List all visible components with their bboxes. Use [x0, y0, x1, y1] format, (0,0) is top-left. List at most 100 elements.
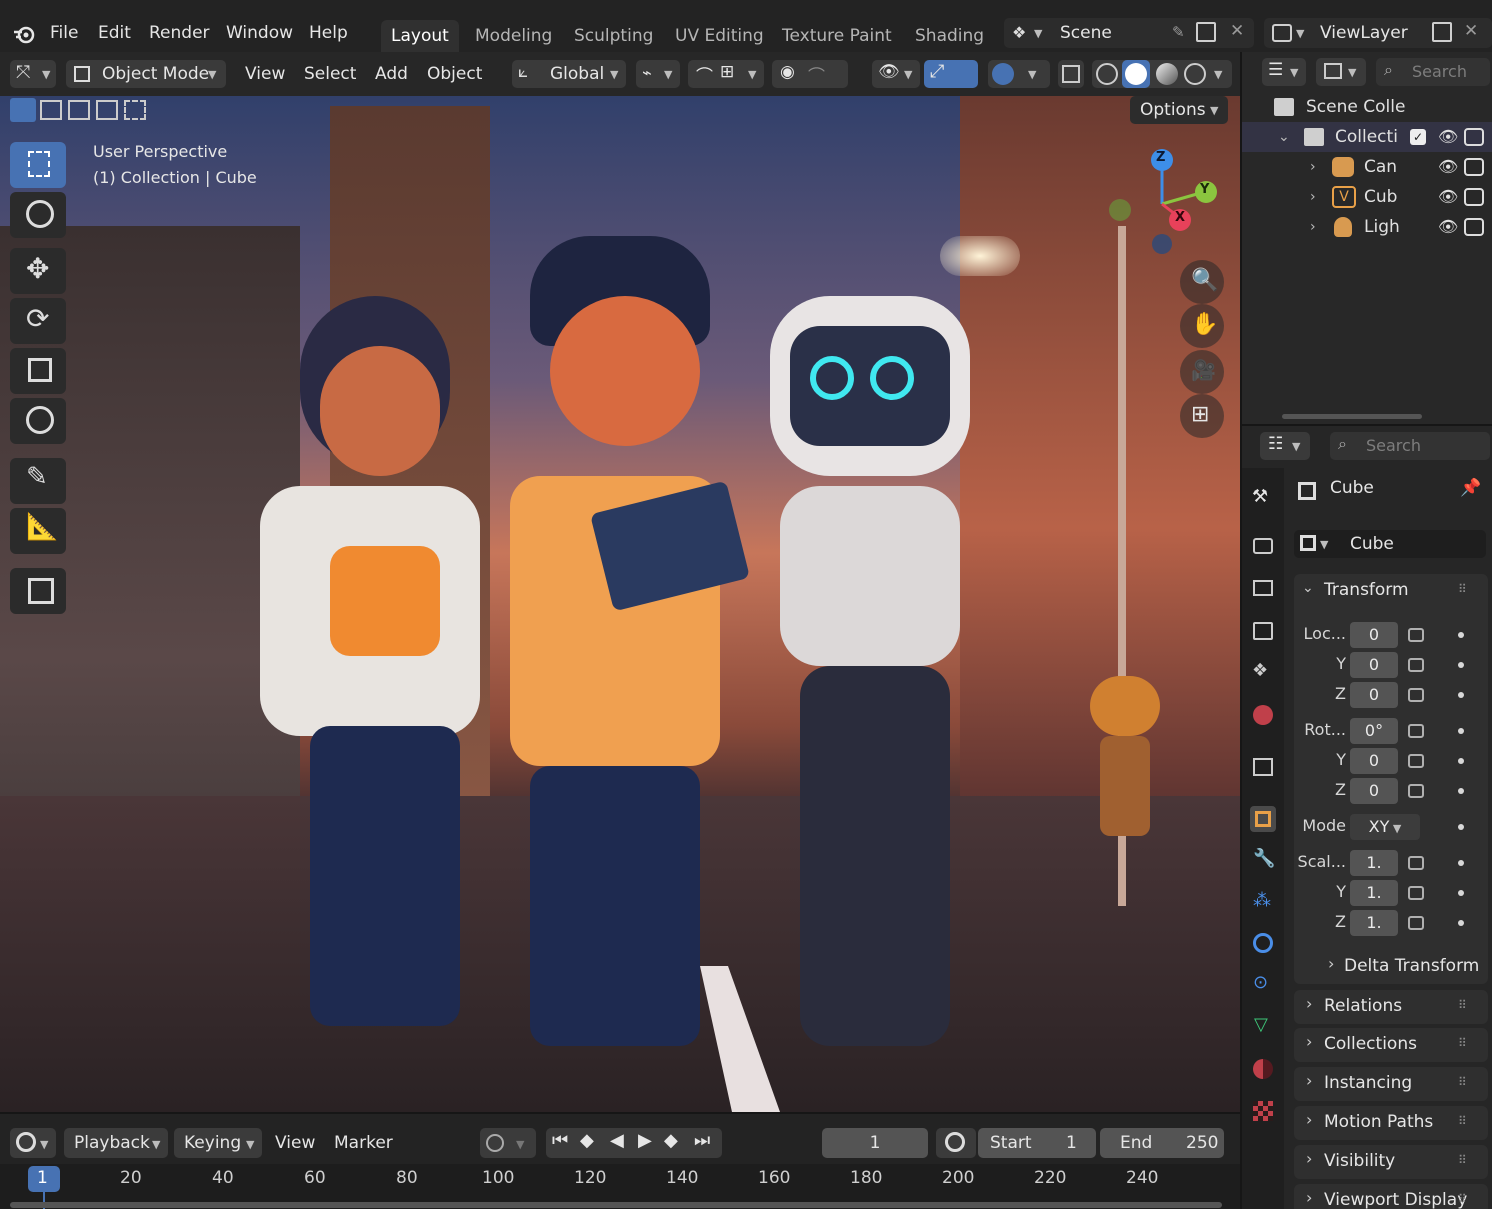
menu-render[interactable]: Render — [149, 20, 210, 46]
move-tool[interactable]: ✥ — [10, 248, 66, 294]
keyframe-dot-icon[interactable] — [1458, 860, 1464, 866]
menu-view[interactable]: View — [245, 60, 285, 88]
keyframe-dot-icon[interactable] — [1458, 632, 1464, 638]
editor-type-button[interactable]: ⤧ ▼ — [10, 60, 56, 88]
drag-handle-icon[interactable]: ⠿ — [1458, 998, 1467, 1012]
blender-logo-icon[interactable] — [12, 24, 36, 44]
menu-object[interactable]: Object — [427, 60, 482, 88]
select-subtract-icon[interactable] — [68, 100, 90, 120]
viewport-display-panel[interactable]: › Viewport Display ⠿ — [1294, 1184, 1488, 1209]
new-view-layer-icon[interactable] — [1432, 22, 1452, 42]
scene-selector[interactable]: ❖ ▼ Scene ✎ ✕ — [1004, 18, 1254, 48]
checkbox-icon[interactable]: ✓ — [1410, 129, 1426, 145]
view-layer-tab-icon[interactable] — [1250, 618, 1276, 644]
render-camera-icon[interactable] — [1464, 218, 1484, 236]
material-shading-icon[interactable] — [1156, 63, 1178, 85]
object-datablock-selector[interactable]: ▼ Cube — [1294, 530, 1486, 558]
overlays-toggle[interactable]: ▼ — [988, 60, 1050, 88]
filter-selector[interactable]: ▼ — [1316, 58, 1366, 86]
motion-paths-panel[interactable]: › Motion Paths ⠿ — [1294, 1106, 1488, 1140]
tab-layout[interactable]: Layout — [381, 20, 459, 52]
visibility-panel[interactable]: › Visibility ⠿ — [1294, 1145, 1488, 1179]
menu-marker[interactable]: Marker — [334, 1130, 393, 1156]
close-icon[interactable]: ✕ — [1230, 21, 1244, 41]
timeline-editor-type[interactable]: ▼ — [10, 1128, 56, 1158]
playback-menu[interactable]: Playback ▼ — [64, 1128, 168, 1158]
data-tab-icon[interactable]: ▽ — [1250, 1014, 1276, 1040]
select-box-tool[interactable] — [10, 142, 66, 188]
xray-toggle[interactable] — [1058, 60, 1084, 88]
keyframe-dot-icon[interactable] — [1458, 920, 1464, 926]
camera-view-button[interactable]: 🎥 — [1180, 350, 1224, 394]
transform-tool[interactable] — [10, 398, 66, 444]
properties-search-input[interactable]: ⌕ Search — [1330, 432, 1490, 460]
relations-panel[interactable]: › Relations ⠿ — [1294, 990, 1488, 1024]
next-keyframe-icon[interactable]: ◆ — [664, 1130, 678, 1151]
rotate-tool[interactable]: ⟳ — [10, 298, 66, 344]
solid-shading-icon[interactable] — [1122, 60, 1150, 88]
close-icon[interactable]: ✕ — [1464, 21, 1478, 41]
output-tab-icon[interactable] — [1250, 576, 1276, 602]
3d-viewport[interactable]: User Perspective (1) Collection | Cube O… — [0, 96, 1240, 1112]
mode-selector[interactable]: Object Mode ▼ — [66, 60, 226, 88]
add-cube-tool[interactable] — [10, 568, 66, 614]
options-button[interactable]: Options ▼ — [1130, 96, 1228, 124]
modifiers-tab-icon[interactable]: 🔧 — [1250, 848, 1276, 874]
lock-icon[interactable] — [1408, 856, 1424, 870]
jump-start-icon[interactable]: ⏮ — [552, 1130, 568, 1151]
perspective-toggle-button[interactable]: ⊞ — [1180, 394, 1224, 438]
end-frame-field[interactable]: End 250 — [1100, 1128, 1224, 1158]
wireframe-shading-icon[interactable] — [1096, 63, 1118, 85]
properties-editor-type[interactable]: ☷ ▼ — [1260, 432, 1310, 460]
playback-controls[interactable]: ⏮ ◆ ◀ ▶ ◆ ⏭ — [546, 1128, 722, 1158]
physics-tab-icon[interactable] — [1250, 930, 1276, 956]
outliner-row-collection[interactable]: ⌄ Collecti ✓ 👁 — [1242, 122, 1492, 152]
measure-tool[interactable]: 📐 — [10, 508, 66, 554]
object-tab-icon[interactable] — [1250, 806, 1276, 832]
prev-keyframe-icon[interactable]: ◆ — [580, 1130, 594, 1151]
zoom-button[interactable]: 🔍 — [1180, 260, 1224, 304]
keyframe-dot-icon[interactable] — [1458, 788, 1464, 794]
menu-help[interactable]: Help — [309, 20, 348, 46]
outliner-row-scene-collection[interactable]: Scene Colle — [1242, 92, 1492, 122]
tab-texture-paint[interactable]: Texture Paint — [772, 20, 902, 52]
texture-tab-icon[interactable] — [1250, 1098, 1276, 1124]
start-frame-field[interactable]: Start 1 — [978, 1128, 1096, 1158]
render-camera-icon[interactable] — [1464, 128, 1484, 146]
annotate-tool[interactable]: ✎ — [10, 458, 66, 504]
outliner-row-light[interactable]: › Ligh 👁 — [1242, 212, 1492, 242]
constraints-tab-icon[interactable]: ⊙ — [1250, 972, 1276, 998]
world-tab-icon[interactable] — [1250, 702, 1276, 728]
particles-tab-icon[interactable]: ⁂ — [1250, 890, 1276, 916]
keyframe-dot-icon[interactable] — [1458, 890, 1464, 896]
location-y-field[interactable]: 0 — [1350, 652, 1398, 678]
rotation-mode-selector[interactable]: XY ▼ — [1350, 814, 1420, 840]
lock-icon[interactable] — [1408, 688, 1424, 702]
menu-window[interactable]: Window — [226, 20, 293, 46]
chevron-down-icon[interactable]: ⌄ — [1302, 580, 1314, 596]
select-extend-icon[interactable] — [40, 100, 62, 120]
shading-modes[interactable]: ▼ — [1092, 60, 1232, 88]
new-scene-icon[interactable] — [1196, 22, 1216, 42]
rotation-z-field[interactable]: 0 — [1350, 778, 1398, 804]
drag-handle-icon[interactable]: ⠿ — [1458, 1192, 1467, 1206]
drag-handle-icon[interactable]: ⠿ — [1458, 582, 1467, 596]
auto-keying-toggle[interactable]: ▼ — [480, 1128, 536, 1158]
collections-panel[interactable]: › Collections ⠿ — [1294, 1028, 1488, 1062]
select-mode-buttons[interactable] — [10, 98, 150, 122]
keyframe-dot-icon[interactable] — [1458, 824, 1464, 830]
location-x-field[interactable]: 0 — [1350, 622, 1398, 648]
rendered-shading-icon[interactable] — [1184, 63, 1206, 85]
visibility-selector[interactable]: 👁 ▼ — [872, 60, 920, 88]
pan-button[interactable]: ✋ — [1180, 304, 1224, 348]
keyframe-dot-icon[interactable] — [1458, 758, 1464, 764]
menu-add[interactable]: Add — [375, 60, 408, 88]
cursor-tool[interactable] — [10, 192, 66, 238]
instancing-panel[interactable]: › Instancing ⠿ — [1294, 1067, 1488, 1101]
lock-icon[interactable] — [1408, 724, 1424, 738]
outliner-row-cube[interactable]: › V Cub 👁 — [1242, 182, 1492, 212]
eye-icon[interactable]: 👁 — [1438, 122, 1458, 152]
play-icon[interactable]: ▶ — [638, 1130, 652, 1151]
lock-icon[interactable] — [1408, 754, 1424, 768]
gizmo-toggle[interactable]: ⤢ — [924, 60, 978, 88]
